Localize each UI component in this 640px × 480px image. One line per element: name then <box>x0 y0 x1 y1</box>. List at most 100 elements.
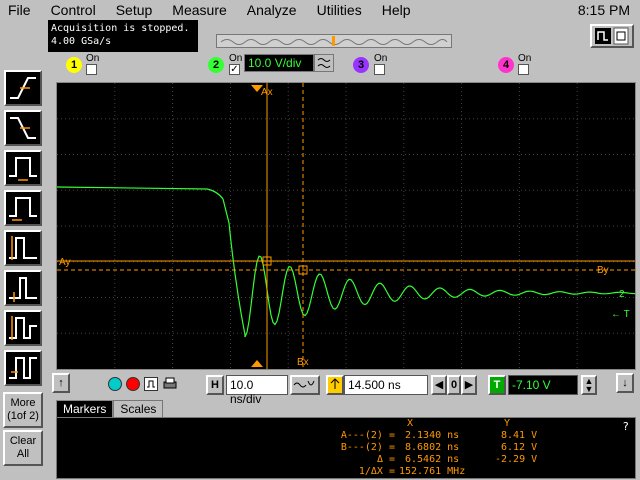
timebase-scale[interactable]: 10.0 ns/div <box>226 375 288 406</box>
scroll-down-button[interactable]: ↓ <box>616 373 634 393</box>
menu-bar: File Control Setup Measure Analyze Utili… <box>0 0 640 20</box>
channel-2-scale-spinner[interactable] <box>314 54 334 72</box>
channel-4-checkbox[interactable] <box>518 64 529 75</box>
row-a-x: 2.1340 ns <box>405 430 460 441</box>
row-frequency-x: 152.761 MHz <box>399 466 466 477</box>
all-label: All <box>16 448 30 460</box>
more-button[interactable]: More (1of 2) <box>3 392 43 428</box>
waveform-overview-bar[interactable] <box>216 34 452 48</box>
marker-bx-label: Bx <box>297 357 309 368</box>
run-stop-button[interactable] <box>590 24 634 48</box>
runt-trigger-button[interactable] <box>4 310 42 346</box>
horizontal-label[interactable]: H <box>206 375 224 395</box>
menu-help[interactable]: Help <box>382 2 411 18</box>
channel-3-checkbox[interactable] <box>374 64 385 75</box>
channel-3-on-label: On <box>374 53 388 64</box>
print-button[interactable] <box>162 377 178 391</box>
channel-2-scale[interactable]: 10.0 V/div <box>244 54 314 72</box>
channel-4-on-label: On <box>518 53 532 64</box>
overview-waveform <box>220 36 448 46</box>
delay-marker-icon <box>330 378 340 389</box>
timeout-trigger-icon <box>9 357 37 379</box>
measurement-row-a: A---(2) = 2.1340 ns 8.41 V <box>57 430 637 442</box>
menu-control[interactable]: Control <box>51 2 96 18</box>
setup-hold-trigger-button[interactable] <box>4 230 42 266</box>
menu-measure[interactable]: Measure <box>172 2 226 18</box>
ax-bottom-arrow <box>251 360 263 367</box>
timeout-trigger-button[interactable] <box>4 350 42 386</box>
header-x: X <box>407 418 414 429</box>
channel-2-badge[interactable]: 2 <box>208 57 224 73</box>
measurement-row-frequency: 1/ΔX = 152.761 MHz <box>57 466 637 478</box>
panel-tabs: Markers Scales <box>56 400 164 418</box>
single-run-icon <box>595 27 629 45</box>
acquisition-status: Acquisition is stopped. 4.00 GSa/s <box>48 20 198 52</box>
timebase-spinner-icon <box>293 380 315 388</box>
row-b-label: B---(2) = <box>340 442 395 453</box>
row-delta-label: Δ = <box>376 454 395 465</box>
row-delta-x: 6.5462 ns <box>405 454 460 465</box>
menu-setup[interactable]: Setup <box>116 2 153 18</box>
menu-utilities[interactable]: Utilities <box>317 2 362 18</box>
delay-left-button[interactable]: ◀ <box>431 375 447 395</box>
pulse-width-trigger-button[interactable] <box>4 150 42 186</box>
marker-ax-label: Ax <box>261 87 273 98</box>
waveform-display[interactable]: Ax Bx Ay By 2 ← T <box>56 82 636 370</box>
setup-hold-trigger-icon <box>9 236 37 260</box>
row-delta-y: -2.29 V <box>495 454 538 465</box>
trigger-label[interactable]: T <box>488 375 506 395</box>
channel-3-badge[interactable]: 3 <box>353 57 369 73</box>
channel-1-badge[interactable]: 1 <box>66 57 82 73</box>
delay-reference[interactable]: 0 <box>447 375 461 395</box>
channel-1-on-label: On <box>86 53 100 64</box>
tab-scales[interactable]: Scales <box>113 400 164 418</box>
runt-trigger-icon <box>9 316 37 340</box>
trigger-level-label: ← T <box>611 309 630 320</box>
sample-rate: 4.00 GSa/s <box>51 36 112 47</box>
header-y: Y <box>504 418 511 429</box>
clear-all-button[interactable]: Clear All <box>3 430 43 466</box>
menu-analyze[interactable]: Analyze <box>247 2 297 18</box>
marker-measurements-panel: ? X Y A---(2) = 2.1340 ns 8.41 V B---(2)… <box>56 417 636 479</box>
printer-icon <box>163 377 177 389</box>
measurements-header: X Y <box>57 418 637 430</box>
single-button[interactable] <box>144 377 158 391</box>
pulse-width-trigger-alt-icon <box>9 197 37 221</box>
channel-1-checkbox[interactable] <box>86 64 97 75</box>
channel-4-badge[interactable]: 4 <box>498 57 514 73</box>
delay-icon-button[interactable] <box>326 375 344 395</box>
trigger-toolbar: More (1of 2) Clear All <box>0 20 48 480</box>
marker-by-label: By <box>597 265 609 276</box>
channel-2-checkbox[interactable]: ✓ <box>229 64 240 75</box>
timebase-controls: ↑ H 10.0 ns/div 14.500 ns ◀ 0 ▶ T -7.10 … <box>48 371 640 406</box>
pulse-width-trigger-alt-button[interactable] <box>4 190 42 226</box>
rising-edge-trigger-button[interactable] <box>4 70 42 106</box>
measurement-row-b: B---(2) = 8.6802 ns 6.12 V <box>57 442 637 454</box>
glitch-trigger-button[interactable] <box>4 270 42 306</box>
falling-edge-trigger-icon <box>10 117 36 139</box>
tab-markers[interactable]: Markers <box>56 400 114 418</box>
clock: 8:15 PM <box>577 2 630 18</box>
trigger-level[interactable]: -7.10 V <box>508 375 578 395</box>
stop-button[interactable] <box>126 377 140 391</box>
row-a-y: 8.41 V <box>501 430 538 441</box>
delay-right-button[interactable]: ▶ <box>461 375 477 395</box>
horizontal-delay[interactable]: 14.500 ns <box>344 375 428 395</box>
trigger-level-spinner[interactable]: ▲ ▼ <box>581 375 597 395</box>
channel-controls: 1 On 2 On ✓ 10.0 V/div 3 On 4 On <box>48 52 638 78</box>
acquisition-status-text: Acquisition is stopped. <box>51 23 190 34</box>
more-label: More <box>10 397 36 409</box>
scroll-up-button[interactable]: ↑ <box>52 373 70 393</box>
rising-edge-trigger-icon <box>10 77 36 99</box>
single-icon <box>147 380 155 388</box>
timebase-spinner[interactable] <box>290 375 320 395</box>
falling-edge-trigger-button[interactable] <box>4 110 42 146</box>
row-b-y: 6.12 V <box>501 442 538 453</box>
run-button[interactable] <box>108 377 122 391</box>
clear-label: Clear <box>9 435 37 447</box>
menu-file[interactable]: File <box>8 2 31 18</box>
marker-ay-label: Ay <box>59 257 71 268</box>
channel-2-ground-label: 2 <box>619 289 625 300</box>
channel-2-on-label: On <box>229 53 243 64</box>
row-b-x: 8.6802 ns <box>405 442 460 453</box>
